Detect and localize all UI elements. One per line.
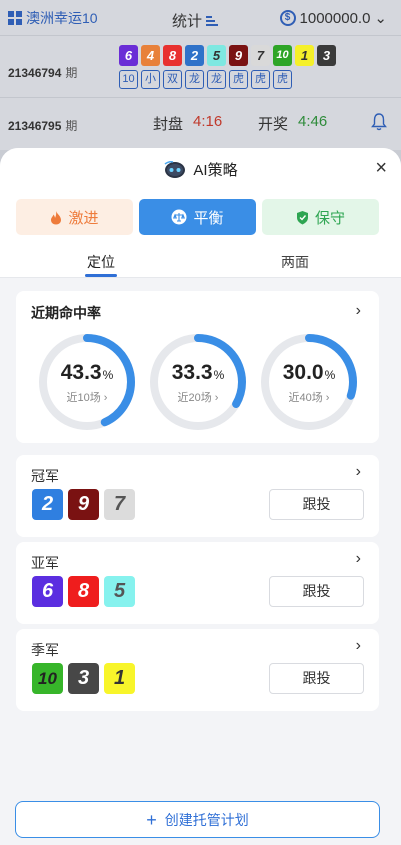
create-plan-label: 创建托管计划: [164, 811, 249, 828]
follow-bet-button[interactable]: 跟投: [269, 576, 364, 607]
draw-number-ball: 9: [229, 45, 248, 66]
hit-rate-ring: 43.3% 近10场 ›: [36, 331, 138, 433]
draw-tag: 小: [141, 70, 160, 89]
balance-selector[interactable]: $ 1000000.0 ⌄: [279, 9, 387, 27]
predicted-number-ball: 8: [68, 576, 99, 607]
predicted-number-ball: 2: [32, 489, 63, 520]
predicted-number-ball: 9: [68, 489, 99, 520]
stats-button[interactable]: 统计: [172, 10, 219, 31]
ring-caption: 近10场 ›: [66, 392, 108, 404]
draw-numbers: 6 4 8 2 5 9 7 10 1 3: [119, 45, 336, 66]
game-name: 澳洲幸运10: [26, 9, 98, 26]
ring-value: 30.0%: [282, 361, 336, 384]
ring-caption: 近20场 ›: [177, 392, 219, 404]
draw-number-ball: 5: [207, 45, 226, 66]
draw-number-ball: 2: [185, 45, 204, 66]
hit-rate-title: 近期命中率: [31, 305, 101, 321]
coin-icon: $: [279, 10, 296, 26]
tab-two-sides[interactable]: 两面: [281, 252, 309, 272]
draw-tag: 龙: [185, 70, 204, 89]
draw-tag: 虎: [229, 70, 248, 89]
follow-bet-button[interactable]: 跟投: [269, 663, 364, 694]
latest-draw-row[interactable]: 21346794 期 6 4 8 2 5 9 7 10 1 3 10 小双龙龙虎虎虎: [0, 36, 401, 98]
position-label: 亚军: [31, 555, 59, 571]
shield-icon: [296, 210, 308, 224]
predicted-number-ball: 6: [32, 576, 63, 607]
chevron-right-icon[interactable]: ›: [356, 637, 361, 655]
predicted-number-ball: 5: [104, 576, 135, 607]
create-plan-button[interactable]: + 创建托管计划: [15, 801, 380, 838]
strategy-aggressive-button[interactable]: 激进: [16, 199, 133, 235]
position-label: 冠军: [31, 468, 59, 484]
strategy-label: 平衡: [193, 209, 224, 227]
scale-icon: [171, 209, 187, 225]
draw-tags: 10 小双龙龙虎虎虎: [119, 70, 292, 89]
grid-icon: [8, 10, 22, 25]
ring-value: 43.3%: [60, 361, 114, 384]
robot-icon: [164, 160, 186, 178]
chevron-right-icon[interactable]: ›: [356, 463, 361, 481]
predicted-number-ball: 3: [68, 663, 99, 694]
ai-strategy-sheet: AI策略 × 激进 平衡 保守 定位 两面 近期命中率 › 43.3% 近10场…: [0, 148, 401, 845]
position-card-third[interactable]: 季军 › 10 3 1 跟投: [16, 629, 379, 711]
hit-rate-ring: 30.0% 近40场 ›: [258, 331, 360, 433]
draw-number-ball: 1: [295, 45, 314, 66]
tab-position[interactable]: 定位: [85, 252, 117, 277]
ring-caption: 近40场 ›: [288, 392, 330, 404]
chevron-right-icon[interactable]: ›: [356, 550, 361, 568]
draw-number-ball: 4: [141, 45, 160, 66]
strategy-conservative-button[interactable]: 保守: [262, 199, 379, 235]
close-icon[interactable]: ×: [375, 158, 387, 178]
draw-number-ball: 6: [119, 45, 138, 66]
flame-icon: [51, 210, 62, 224]
bell-icon[interactable]: [371, 113, 387, 131]
predicted-numbers: 297: [32, 489, 135, 520]
chevron-right-icon[interactable]: ›: [356, 302, 361, 320]
draw-number-ball: 7: [251, 45, 270, 66]
stats-label: 统计: [172, 13, 203, 30]
strategy-balanced-button[interactable]: 平衡: [139, 199, 256, 235]
draw-number-ball: 10: [273, 45, 292, 66]
plus-icon: +: [146, 809, 157, 830]
tab-bar: 定位 两面: [0, 248, 401, 278]
hit-rate-card[interactable]: 近期命中率 › 43.3% 近10场 › 33.3% 近20场 › 30.0%: [16, 291, 379, 443]
draw-label: 开奖: [258, 116, 289, 133]
hit-rate-ring: 33.3% 近20场 ›: [147, 331, 249, 433]
draw-number-ball: 3: [317, 45, 336, 66]
predicted-numbers: 10 3 1: [32, 663, 135, 694]
position-card-champion[interactable]: 冠军 › 297 跟投: [16, 455, 379, 537]
sheet-title: AI策略: [0, 158, 401, 180]
ring-value: 33.3%: [171, 361, 225, 384]
draw-tag: 虎: [251, 70, 270, 89]
draw-tag: 虎: [273, 70, 292, 89]
draw-tag: 10: [119, 70, 138, 89]
position-card-runner-up[interactable]: 亚军 › 685 跟投: [16, 542, 379, 624]
predicted-number-ball: 10: [32, 663, 63, 694]
background-page: 澳洲幸运10 统计 $ 1000000.0 ⌄ 21346794 期 648259…: [0, 0, 401, 150]
close-label: 封盘: [153, 116, 184, 133]
predicted-number-ball: 1: [104, 663, 135, 694]
draw-number-ball: 8: [163, 45, 182, 66]
draw-tag: 双: [163, 70, 182, 89]
chevron-down-icon: ⌄: [374, 10, 387, 27]
draw-countdown: 4:46: [298, 113, 328, 130]
sheet-title-text: AI策略: [193, 161, 238, 179]
close-countdown: 4:16: [193, 113, 223, 130]
strategy-label: 激进: [68, 209, 99, 227]
predicted-numbers: 685: [32, 576, 135, 607]
game-selector[interactable]: 澳洲幸运10: [8, 8, 98, 28]
position-label: 季军: [31, 642, 59, 658]
current-issue-row: 21346795 期 封盘 4:16 开奖 4:46: [0, 99, 401, 149]
balance-value: 1000000.0: [299, 9, 371, 27]
strategy-label: 保守: [314, 209, 345, 227]
follow-bet-button[interactable]: 跟投: [269, 489, 364, 520]
bar-chart-icon: [206, 15, 219, 26]
issue-number: 21346794 期: [8, 66, 78, 80]
sheet-header: AI策略 × 激进 平衡 保守 定位 两面: [0, 148, 401, 278]
issue-number: 21346795 期: [8, 119, 78, 133]
predicted-number-ball: 7: [104, 489, 135, 520]
draw-tag: 龙: [207, 70, 226, 89]
